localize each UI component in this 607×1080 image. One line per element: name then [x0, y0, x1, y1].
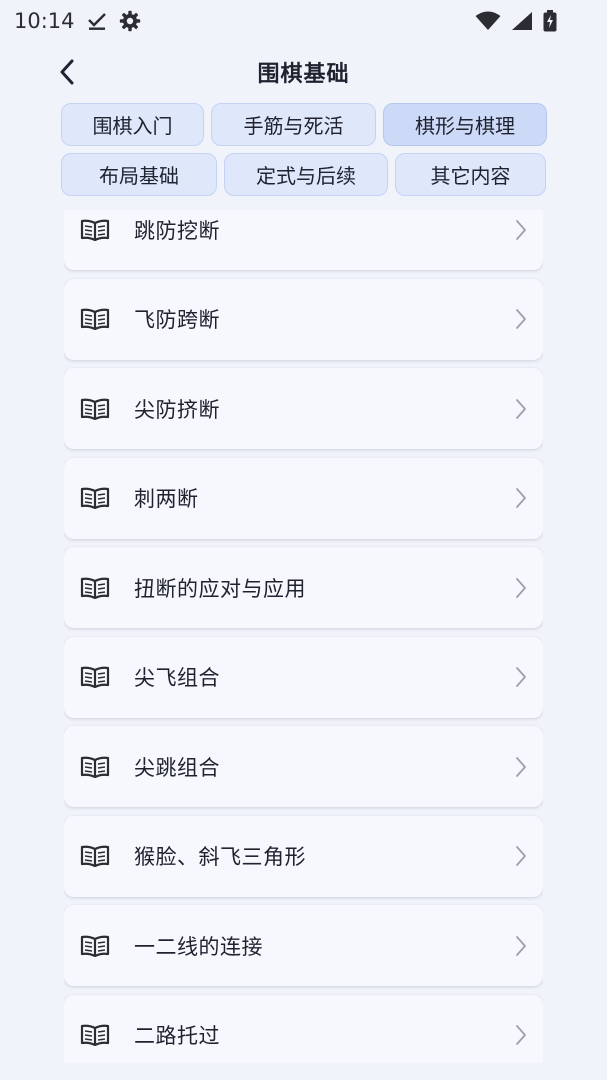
lesson-item-2[interactable]: 飞防跨断 [64, 278, 543, 360]
chevron-right-icon [516, 756, 526, 777]
chevron-right-icon [516, 1025, 526, 1045]
tab-row-1: 围棋入门 手筋与死活 棋形与棋理 [61, 103, 547, 146]
lesson-item-8[interactable]: 猴脸、斜飞三角形 [64, 815, 543, 897]
tab-weiqi-intro[interactable]: 围棋入门 [61, 103, 204, 146]
lesson-item-label: 飞防跨断 [134, 308, 220, 332]
page-title: 围棋基础 [257, 62, 350, 87]
open-book-icon [80, 219, 110, 241]
lesson-item-5[interactable]: 扭断的应对与应用 [64, 547, 543, 628]
chevron-right-icon [516, 935, 526, 956]
settings-gear-icon [119, 10, 141, 32]
lesson-item-label: 尖飞组合 [134, 666, 220, 690]
open-book-icon [80, 756, 110, 778]
tab-shape-theory[interactable]: 棋形与棋理 [383, 103, 547, 146]
back-button[interactable] [50, 54, 84, 90]
battery-charging-icon [543, 10, 557, 32]
chevron-right-icon [516, 219, 526, 240]
category-tabs: 围棋入门 手筋与死活 棋形与棋理 布局基础 定式与后续 其它内容 [61, 103, 547, 203]
tab-row-2: 布局基础 定式与后续 其它内容 [61, 153, 547, 196]
lesson-item-1[interactable]: 跳防挖断 [64, 210, 543, 270]
lesson-item-6[interactable]: 尖飞组合 [64, 636, 543, 718]
status-bar: 10:14 [0, 0, 607, 42]
open-book-icon [80, 666, 110, 688]
lesson-item-4[interactable]: 刺两断 [64, 457, 543, 539]
chevron-right-icon [516, 667, 526, 687]
lesson-item-label: 尖跳组合 [134, 755, 220, 780]
tab-opening-basics[interactable]: 布局基础 [61, 153, 217, 196]
lesson-item-label: 刺两断 [134, 487, 199, 511]
download-done-icon [87, 11, 107, 31]
lesson-item-10[interactable]: 二路托过 [64, 994, 543, 1063]
open-book-icon [80, 935, 110, 957]
open-book-icon [80, 577, 110, 599]
lesson-item-label: 二路托过 [134, 1024, 220, 1048]
chevron-right-icon [516, 398, 526, 419]
lesson-item-label: 尖防挤断 [134, 397, 220, 422]
chevron-right-icon [516, 309, 526, 329]
lesson-item-label: 跳防挖断 [134, 218, 220, 243]
back-arrow-icon [60, 59, 74, 85]
status-time: 10:14 [14, 9, 75, 33]
tab-joseki-followup[interactable]: 定式与后续 [224, 153, 388, 196]
lesson-item-9[interactable]: 一二线的连接 [64, 905, 543, 986]
cellular-signal-icon [511, 11, 533, 31]
tab-other-content[interactable]: 其它内容 [395, 153, 546, 196]
open-book-icon [80, 308, 110, 330]
chevron-right-icon [516, 488, 526, 508]
app-bar: 围棋基础 [0, 46, 607, 98]
lesson-item-7[interactable]: 尖跳组合 [64, 726, 543, 807]
lesson-item-3[interactable]: 尖防挤断 [64, 368, 543, 449]
lesson-item-label: 一二线的连接 [134, 934, 263, 959]
open-book-icon [80, 487, 110, 509]
lesson-item-label: 扭断的应对与应用 [134, 576, 306, 601]
open-book-icon [80, 398, 110, 420]
chevron-right-icon [516, 846, 526, 866]
tab-tesuji-life-death[interactable]: 手筋与死活 [211, 103, 376, 146]
wifi-icon [475, 11, 501, 31]
lesson-list[interactable]: 跳防挖断 飞防跨断 尖防挤断 刺两断 扭断的应对与应用 尖飞组合 尖跳组合 猴脸… [64, 210, 543, 1063]
open-book-icon [80, 845, 110, 867]
chevron-right-icon [516, 577, 526, 598]
lesson-item-label: 猴脸、斜飞三角形 [134, 845, 306, 869]
open-book-icon [80, 1024, 110, 1046]
